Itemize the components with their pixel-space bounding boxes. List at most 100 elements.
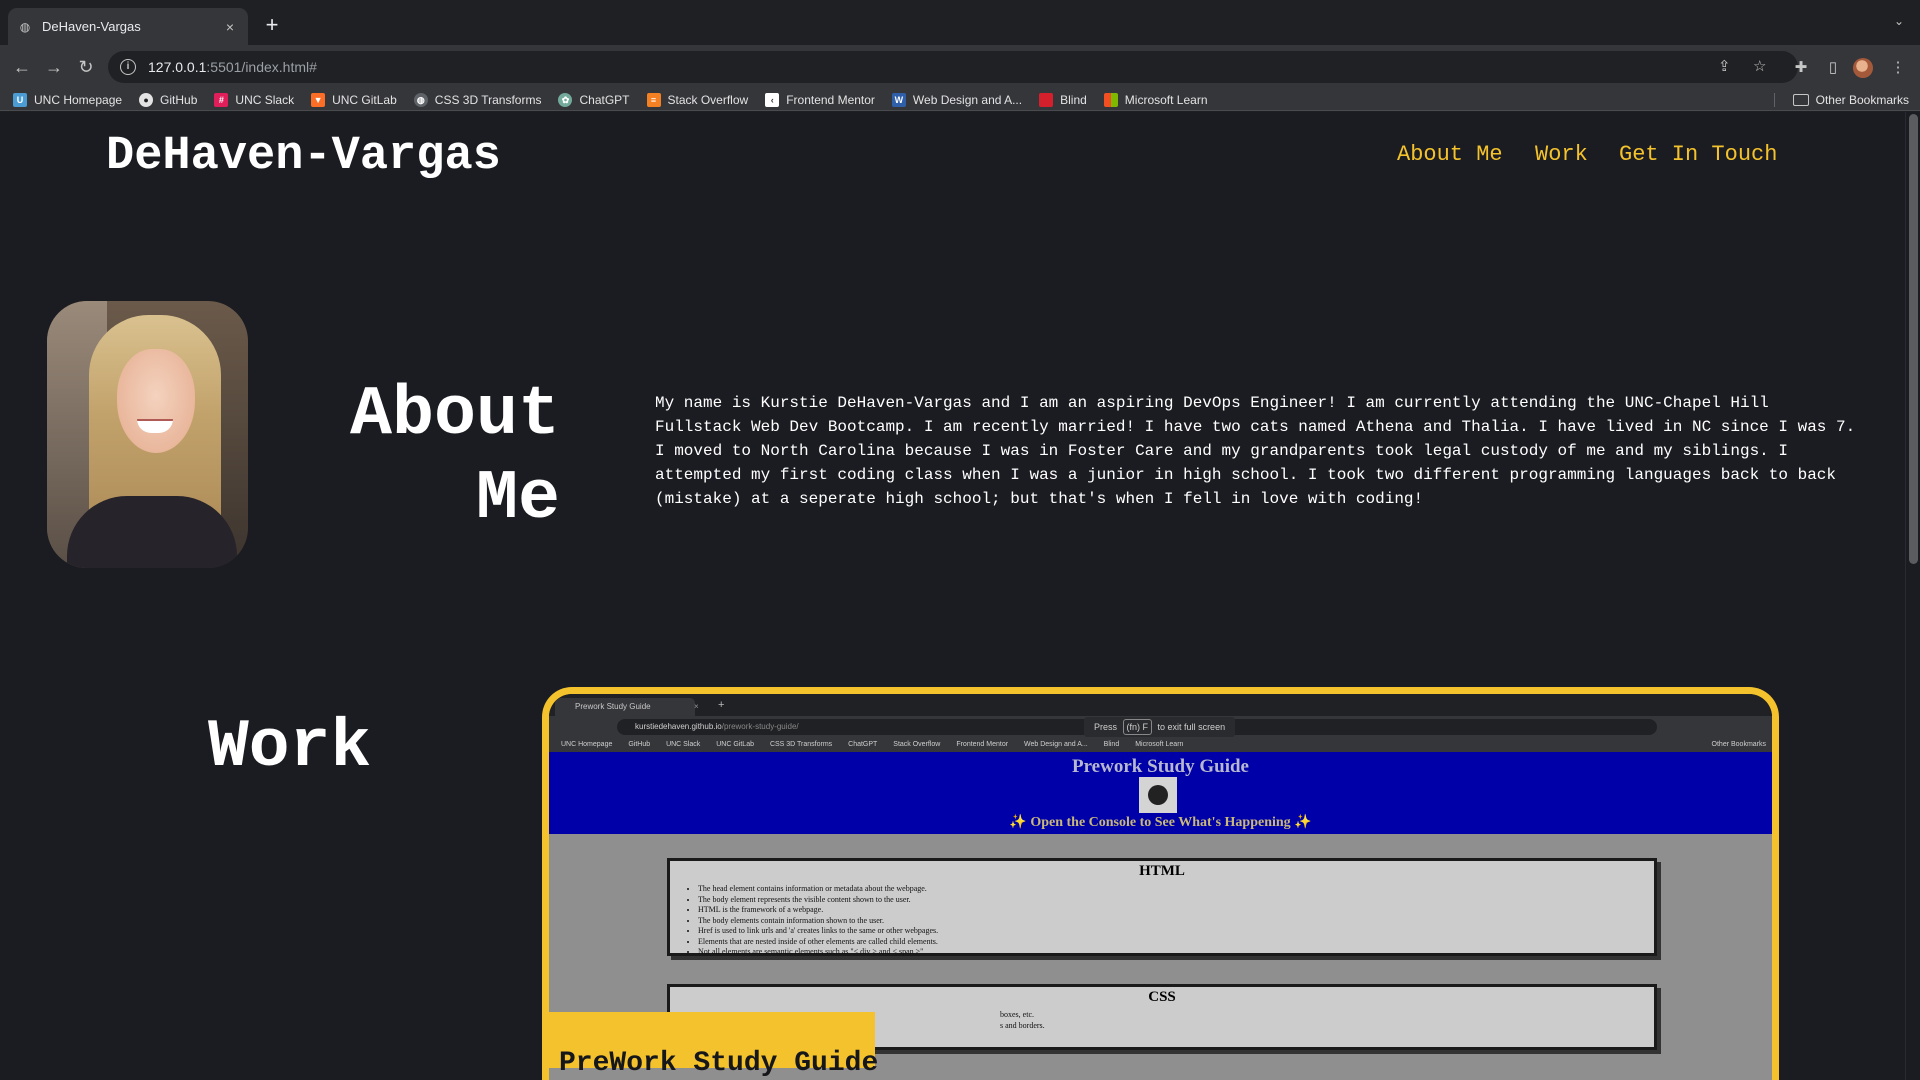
bookmark-blind[interactable]: Blind: [1039, 92, 1087, 107]
bookmark-star-icon[interactable]: ☆: [1753, 51, 1766, 83]
preview-bookmarks-bar: UNC Homepage GitHub UNC Slack UNC GitLab…: [549, 738, 1772, 752]
back-arrow-icon[interactable]: ←: [9, 54, 35, 80]
extensions-puzzle-icon[interactable]: ✚: [1792, 59, 1810, 77]
about-paragraph: My name is Kurstie DeHaven-Vargas and I …: [655, 394, 1856, 508]
gitlab-icon: ▼: [311, 92, 326, 107]
preview-bookmark: Web Design and A...: [1024, 741, 1088, 748]
tab-title: DeHaven-Vargas: [42, 19, 141, 34]
bookmark-label: UNC Homepage: [34, 92, 123, 107]
bookmark-github[interactable]: ● GitHub: [139, 92, 198, 107]
preview-bookmark: UNC Homepage: [561, 741, 613, 748]
nav-about-me[interactable]: About Me: [1397, 142, 1503, 167]
work-caption-text: PreWork Study Guide: [559, 1048, 879, 1079]
bookmark-label: Blind: [1060, 92, 1087, 107]
bookmark-label: Web Design and A...: [912, 92, 1023, 107]
about-heading-line1: About: [349, 376, 560, 455]
preview-url-path: /prework-study-guide/: [721, 722, 799, 731]
bookmark-label: UNC GitLab: [332, 92, 397, 107]
preview-html-section: HTML The head element contains informati…: [667, 858, 1657, 956]
list-item: HTML is the framework of a webpage.: [698, 905, 1654, 916]
preview-bookmark: Frontend Mentor: [956, 741, 1009, 748]
address-bar[interactable]: i 127.0.0.1:5501/index.html# ⇪ ☆: [108, 51, 1798, 83]
bookmark-chatgpt[interactable]: ✿ ChatGPT: [558, 92, 630, 107]
preview-bookmark: UNC Slack: [666, 741, 701, 748]
url-path: :5501/index.html#: [206, 59, 317, 75]
preview-page-subtitle: ✨ Open the Console to See What's Happeni…: [1009, 815, 1312, 830]
toast-suffix: to exit full screen: [1157, 722, 1226, 732]
preview-bookmark: UNC GitLab: [716, 741, 754, 748]
bookmark-web-design[interactable]: W Web Design and A...: [891, 92, 1023, 107]
stackoverflow-icon: ≡: [646, 92, 661, 107]
close-tab-icon[interactable]: ×: [222, 19, 238, 35]
url-host: 127.0.0.1: [148, 59, 207, 75]
unc-icon: U: [13, 92, 27, 107]
bookmark-frontend-mentor[interactable]: ‹ Frontend Mentor: [765, 92, 875, 107]
github-icon: ●: [139, 92, 154, 107]
tab-search-chevron-icon[interactable]: ⌄: [1894, 14, 1904, 28]
preview-bookmark: Blind: [1103, 741, 1120, 748]
globe-icon: ◍: [413, 92, 428, 107]
list-item: Not all elements are semantic elements s…: [698, 947, 1654, 958]
bookmark-microsoft-learn[interactable]: Microsoft Learn: [1103, 92, 1208, 107]
reload-icon[interactable]: ↻: [73, 54, 99, 80]
bookmark-unc-gitlab[interactable]: ▼ UNC GitLab: [311, 92, 397, 107]
list-item: Href is used to link urls and 'a' create…: [698, 926, 1654, 937]
preview-tab-strip: Prework Study Guide × +: [549, 694, 1772, 716]
nav-work[interactable]: Work: [1535, 142, 1588, 167]
photo-shirt: [67, 496, 237, 568]
preview-new-tab-icon: +: [718, 699, 725, 711]
preview-page-title: Prework Study Guide: [1071, 756, 1249, 777]
bookmark-unc-slack[interactable]: # UNC Slack: [214, 92, 295, 107]
profile-avatar[interactable]: [1853, 58, 1873, 78]
preview-bookmark: GitHub: [628, 741, 651, 748]
bookmark-stack-overflow[interactable]: ≡ Stack Overflow: [646, 92, 749, 107]
about-heading-line2: Me: [475, 460, 560, 539]
w3-icon: W: [891, 92, 906, 107]
site-title: DeHaven-Vargas: [106, 130, 501, 183]
list-item: The body elements contain information sh…: [698, 916, 1654, 927]
preview-html-heading: HTML: [1139, 863, 1185, 879]
new-tab-button[interactable]: +: [258, 12, 286, 40]
list-item: The head element contains information or…: [698, 884, 1654, 895]
frontendmentor-icon: ‹: [765, 92, 780, 107]
list-item: boxes, etc.: [1000, 1010, 1034, 1019]
preview-bookmark: Microsoft Learn: [1135, 741, 1184, 748]
toast-prefix: Press: [1094, 722, 1118, 732]
preview-url-host: kurstiedehaven.github.io: [635, 722, 722, 731]
bookmarks-bar: U UNC Homepage ● GitHub # UNC Slack ▼ UNC Gi…: [0, 89, 1920, 111]
bookmark-label: UNC Slack: [235, 92, 295, 107]
bookmark-label: CSS 3D Transforms: [434, 92, 542, 107]
preview-page-header: Prework Study Guide ✨ Open the Console t…: [549, 752, 1772, 834]
other-bookmarks[interactable]: Other Bookmarks: [1792, 93, 1909, 107]
scrollbar-thumb[interactable]: [1909, 114, 1918, 564]
preview-css-list: boxes, etc. s and borders.: [1000, 1010, 1654, 1031]
slack-icon: #: [214, 92, 229, 107]
nav-get-in-touch[interactable]: Get In Touch: [1619, 142, 1777, 167]
list-item: Elements that are nested inside of other…: [698, 937, 1654, 948]
bookmark-label: Stack Overflow: [667, 92, 749, 107]
share-icon[interactable]: ⇪: [1718, 51, 1731, 83]
bookmark-label: GitHub: [160, 92, 198, 107]
globe-icon: ◍: [19, 19, 31, 34]
list-item: The body element represents the visible …: [698, 895, 1654, 906]
profile-photo: [47, 301, 248, 568]
work-caption-label[interactable]: PreWork Study Guide: [545, 1012, 878, 1079]
browser-tab-active[interactable]: ◍ DeHaven-Vargas ×: [8, 8, 248, 45]
forward-arrow-icon[interactable]: →: [41, 54, 67, 80]
page-scrollbar[interactable]: [1905, 112, 1920, 1080]
photo-face: [117, 349, 195, 453]
other-bookmarks-label: Other Bookmarks: [1815, 93, 1909, 107]
bookmark-css-3d-transforms[interactable]: ◍ CSS 3D Transforms: [413, 92, 542, 107]
preview-other-bookmarks: Other Bookmarks: [1711, 741, 1766, 748]
bookmark-unc-homepage[interactable]: U UNC Homepage: [13, 92, 123, 107]
kebab-menu-icon[interactable]: ⋮: [1889, 59, 1907, 77]
toast-key: (fn) F: [1122, 719, 1153, 735]
preview-close-icon: ×: [694, 702, 699, 711]
side-panel-icon[interactable]: ▯: [1824, 59, 1842, 77]
bookmark-label: ChatGPT: [579, 92, 630, 107]
site-info-icon[interactable]: i: [120, 59, 136, 75]
preview-bookmark: Stack Overflow: [893, 741, 941, 748]
blind-icon: [1039, 92, 1054, 107]
bookmark-label: Microsoft Learn: [1124, 92, 1208, 107]
bookmarks-separator: [1774, 93, 1775, 107]
